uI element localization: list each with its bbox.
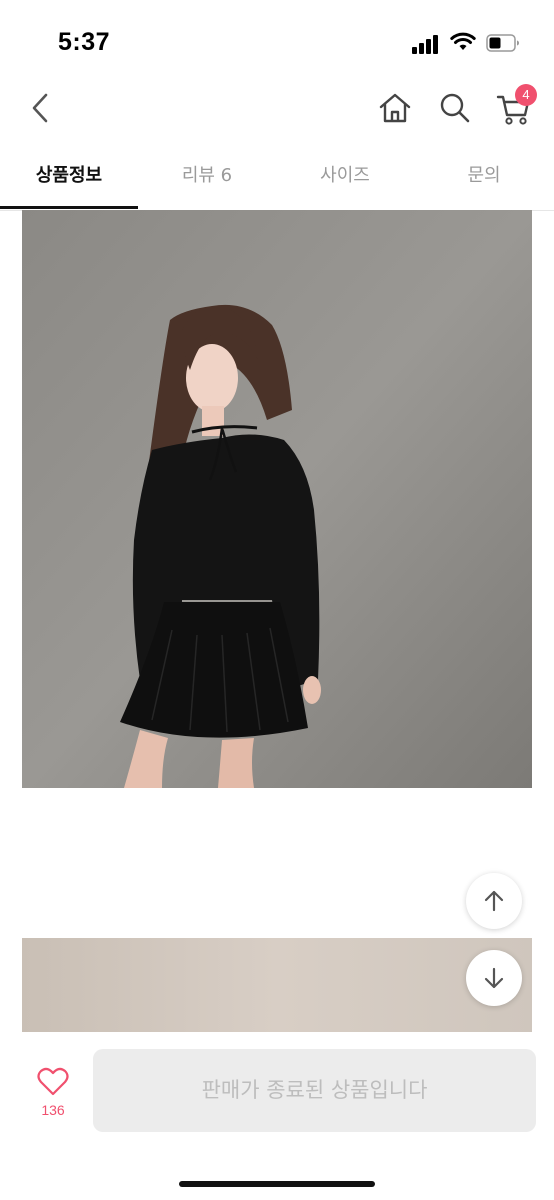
tab-reviews[interactable]: 리뷰 6 (138, 150, 276, 208)
status-time: 5:37 (58, 28, 111, 56)
active-tab-indicator (0, 206, 138, 209)
like-count: 136 (41, 1102, 65, 1118)
back-arrow-icon[interactable] (26, 90, 56, 126)
top-nav-bar: 4 (0, 80, 554, 140)
home-icon[interactable] (377, 90, 413, 126)
scroll-to-top-button[interactable] (466, 873, 522, 929)
sold-out-button[interactable]: 판매가 종료된 상품입니다 (93, 1049, 536, 1132)
tab-product-info[interactable]: 상품정보 (0, 150, 138, 208)
product-photo (22, 210, 532, 788)
cellular-signal-icon (412, 34, 440, 54)
product-tabs: 상품정보 리뷰 6 사이즈 문의 (0, 150, 554, 211)
arrow-down-icon (484, 967, 504, 989)
wifi-icon (450, 32, 476, 50)
cart-button[interactable]: 4 (495, 84, 537, 128)
like-button[interactable]: 136 (28, 1066, 78, 1122)
cart-count-badge: 4 (515, 84, 537, 106)
search-icon[interactable] (437, 90, 473, 126)
heart-icon (37, 1067, 69, 1096)
home-indicator (179, 1181, 375, 1187)
arrow-up-icon (484, 890, 504, 912)
status-bar: 5:37 (0, 0, 554, 80)
tab-inquiry[interactable]: 문의 (414, 150, 554, 208)
tab-size[interactable]: 사이즈 (276, 150, 414, 208)
scroll-to-bottom-button[interactable] (466, 950, 522, 1006)
battery-icon (486, 34, 519, 52)
product-photo-secondary (22, 938, 532, 1032)
